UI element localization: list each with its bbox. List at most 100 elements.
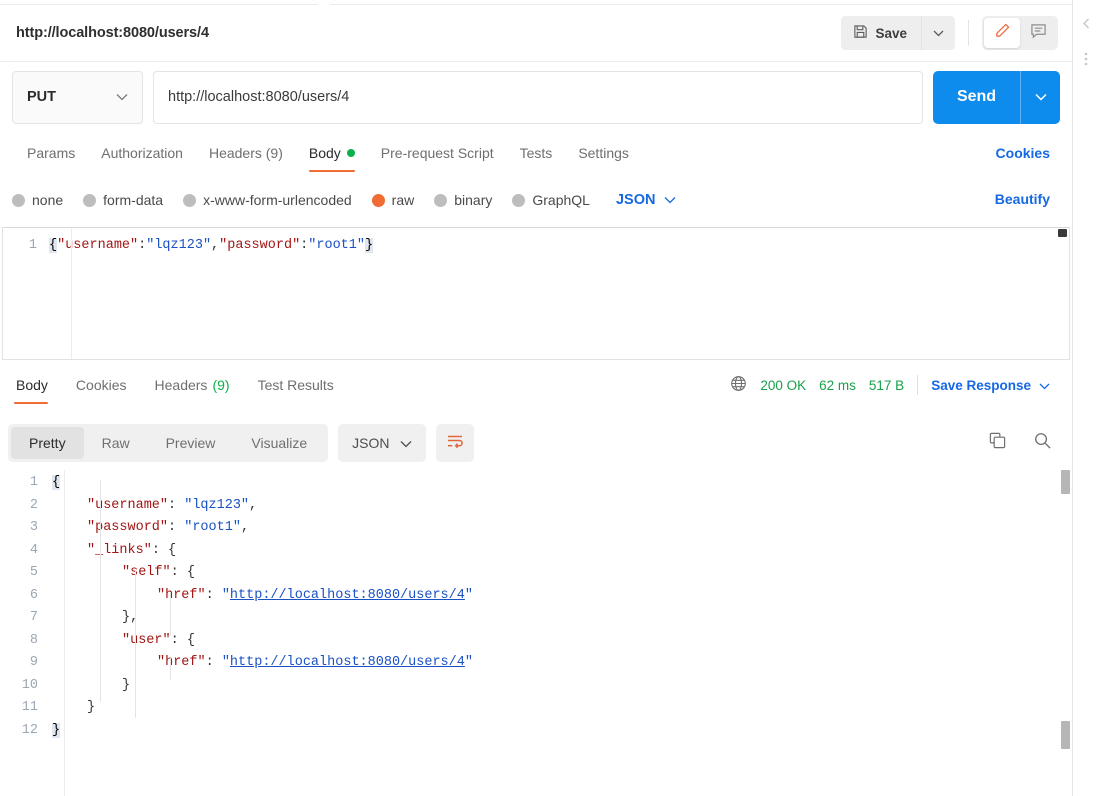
code-content: } — [52, 697, 95, 720]
response-body-viewer[interactable]: 1{2 "username": "lqz123", 3 "password": "ro… — [0, 466, 1072, 796]
code-content: "_links": { — [52, 540, 176, 563]
code-token-str: "lqz123" — [146, 238, 212, 253]
code-token-punct: : — [170, 632, 187, 648]
body-type-urlencoded[interactable]: x-www-form-urlencoded — [183, 192, 352, 208]
tab-settings[interactable]: Settings — [565, 137, 642, 169]
tab-label: Headers — [154, 377, 208, 393]
tab-label: Cookies — [75, 377, 127, 393]
request-editor-scrollbar[interactable] — [1057, 229, 1068, 358]
save-group: Save — [841, 16, 955, 50]
code-token-punct: : — [168, 520, 185, 535]
tab-authorization[interactable]: Authorization — [88, 137, 196, 169]
response-header: Body Cookies Headers (9) Test Results 20… — [0, 365, 1072, 405]
response-toolbar-right — [988, 431, 1072, 455]
save-button[interactable]: Save — [841, 16, 921, 50]
body-type-label: raw — [391, 192, 415, 208]
url-input[interactable]: http://localhost:8080/users/4 — [153, 70, 923, 124]
response-tab-body[interactable]: Body — [2, 370, 62, 404]
body-type-graphql[interactable]: GraphQL — [512, 192, 590, 208]
page-title: http://localhost:8080/users/4 — [16, 25, 209, 41]
header-actions: Save — [841, 16, 1058, 50]
response-view-raw[interactable]: Raw — [84, 427, 148, 459]
response-view-preview[interactable]: Preview — [148, 427, 234, 459]
response-code-line: 10} — [0, 675, 1072, 698]
line-number: 12 — [21, 722, 38, 738]
comment-button[interactable] — [1020, 18, 1056, 48]
request-code-line: 1 {"username":"lqz123","password":"root1… — [3, 235, 1069, 257]
more-vertical-icon[interactable] — [1079, 52, 1093, 66]
tab-headers[interactable]: Headers (9) — [196, 137, 296, 169]
body-format-select[interactable]: JSON — [616, 192, 677, 208]
response-scrollbar[interactable] — [1060, 467, 1071, 795]
request-response-pane: http://localhost:8080/users/4 Save PUT h… — [0, 0, 1072, 796]
code-content: "href": "http://localhost:8080/users/4" — [52, 652, 473, 675]
save-options-button[interactable] — [921, 16, 955, 50]
code-token-key: "self" — [122, 565, 171, 580]
response-tab-cookies[interactable]: Cookies — [62, 370, 141, 400]
http-method-select[interactable]: PUT — [12, 70, 143, 124]
active-tab-underline — [14, 401, 48, 404]
body-type-form-data[interactable]: form-data — [83, 192, 163, 208]
tab-label: Settings — [578, 145, 629, 161]
response-format-select[interactable]: JSON — [338, 424, 426, 462]
save-response-button[interactable]: Save Response — [931, 378, 1050, 393]
response-code-line: 8 "user": { — [0, 630, 1072, 653]
send-button[interactable]: Send — [933, 70, 1020, 124]
tab-body[interactable]: Body — [296, 137, 368, 172]
body-type-none[interactable]: none — [12, 192, 63, 208]
tab-label: Headers (9) — [208, 145, 283, 161]
send-options-button[interactable] — [1020, 70, 1060, 124]
tab-pre-request-script[interactable]: Pre-request Script — [368, 137, 507, 169]
code-token-key: "username" — [57, 238, 139, 253]
body-type-binary[interactable]: binary — [434, 192, 492, 208]
edit-mode-button[interactable] — [984, 18, 1020, 48]
response-view-pretty[interactable]: Pretty — [11, 427, 84, 459]
beautify-link[interactable]: Beautify — [995, 191, 1050, 207]
tab-params[interactable]: Params — [14, 137, 88, 169]
search-button[interactable] — [1033, 431, 1052, 455]
request-body-code[interactable]: {"username":"lqz123","password":"root1"} — [49, 235, 374, 257]
response-code-line: 9 "href": "http://localhost:8080/users/4" — [0, 652, 1072, 675]
response-view-toolbar: Pretty Raw Preview Visualize JSON — [8, 421, 1072, 465]
code-token-key: "password" — [219, 238, 301, 253]
code-token-key: "_links" — [87, 542, 152, 558]
response-format-label: JSON — [352, 435, 390, 451]
response-tab-headers[interactable]: Headers (9) — [141, 370, 244, 400]
response-view-visualize[interactable]: Visualize — [233, 427, 325, 459]
code-token-punct: , — [240, 520, 250, 535]
code-token-str: " — [221, 655, 230, 670]
editor-gutter-divider — [71, 228, 72, 359]
response-code-line: 3 "password": "root1", — [0, 517, 1072, 540]
code-content: } — [52, 720, 61, 743]
tab-label: Body — [308, 145, 341, 161]
request-body-editor[interactable]: 1 {"username":"lqz123","password":"root1… — [2, 227, 1070, 360]
cookies-link[interactable]: Cookies — [996, 145, 1050, 161]
code-token-punct: : — [151, 542, 169, 558]
indent-guide — [170, 658, 171, 680]
code-token-punct: { — [168, 542, 177, 558]
line-number: 6 — [29, 587, 38, 603]
code-token-bracket: { — [52, 475, 61, 490]
body-type-label: none — [32, 192, 64, 208]
comment-icon — [1030, 23, 1047, 44]
indent-guide — [135, 570, 136, 718]
chevron-left-icon[interactable] — [1079, 16, 1093, 30]
tab-tests[interactable]: Tests — [507, 137, 566, 169]
wrap-text-button[interactable] — [435, 424, 474, 462]
line-number: 9 — [29, 655, 38, 670]
body-type-raw[interactable]: raw — [371, 192, 415, 208]
http-method-label: PUT — [27, 89, 56, 105]
code-token-str: "root1" — [308, 238, 365, 253]
response-tab-test-results[interactable]: Test Results — [244, 370, 348, 400]
response-code-line: 5 "self": { — [0, 562, 1072, 585]
body-format-label: JSON — [615, 192, 656, 208]
copy-button[interactable] — [988, 431, 1007, 455]
code-token-link[interactable]: http://localhost:8080/users/4 — [230, 588, 465, 603]
line-number: 4 — [29, 542, 38, 558]
chevron-down-icon — [664, 192, 676, 208]
code-content: "user": { — [52, 630, 195, 653]
radio-icon — [12, 193, 25, 207]
code-token-punct: } — [122, 677, 131, 693]
radio-icon — [512, 193, 526, 207]
code-token-link[interactable]: http://localhost:8080/users/4 — [230, 655, 465, 670]
